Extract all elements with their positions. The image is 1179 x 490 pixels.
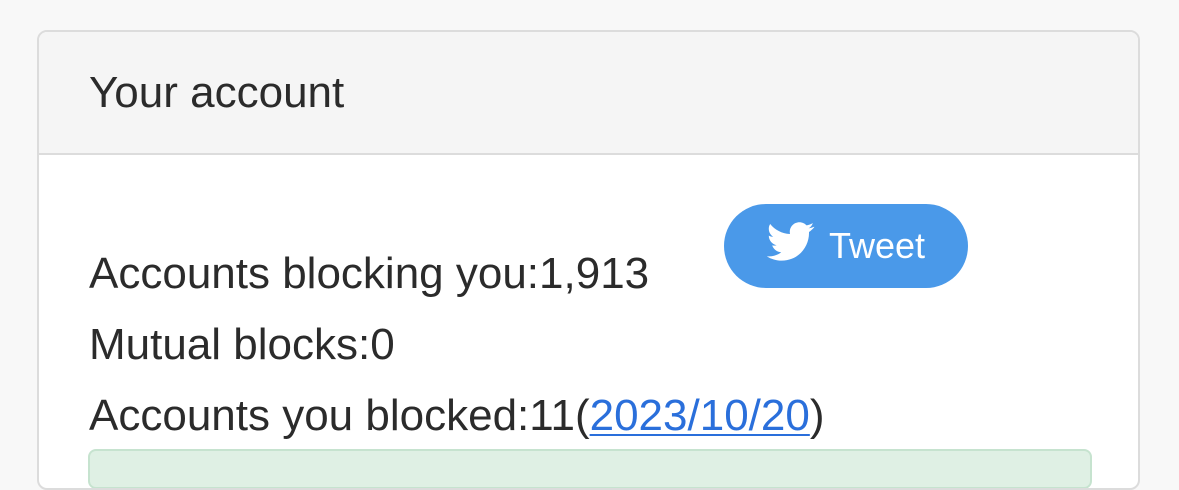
card-title: Your account (89, 67, 345, 117)
you-blocked-label: Accounts you blocked: (89, 391, 530, 440)
twitter-bird-icon (766, 221, 829, 271)
mutual-blocks-count: 0 (370, 320, 395, 369)
blocking-you-count: 1,913 (539, 249, 650, 298)
tweet-button-label: Tweet (828, 225, 926, 266)
blocking-you-label: Accounts blocking you: (89, 249, 540, 298)
blocking-you-row: Accounts blocking you:1,913 (89, 248, 649, 300)
you-blocked-row: Accounts you blocked:11(2023/10/20) (89, 390, 824, 442)
mutual-blocks-row: Mutual blocks:0 (89, 319, 395, 371)
status-alert-box (88, 449, 1092, 488)
card-header: Your account (39, 32, 1138, 155)
mutual-blocks-label: Mutual blocks: (89, 320, 371, 369)
account-card: Your account Accounts blocking you:1,913… (37, 30, 1140, 490)
blocked-date-link[interactable]: 2023/10/20 (590, 391, 810, 440)
paren-close: ) (809, 391, 825, 440)
paren-open: ( (574, 391, 590, 440)
you-blocked-count: 11 (529, 391, 575, 440)
tweet-button[interactable]: Tweet (724, 204, 968, 288)
